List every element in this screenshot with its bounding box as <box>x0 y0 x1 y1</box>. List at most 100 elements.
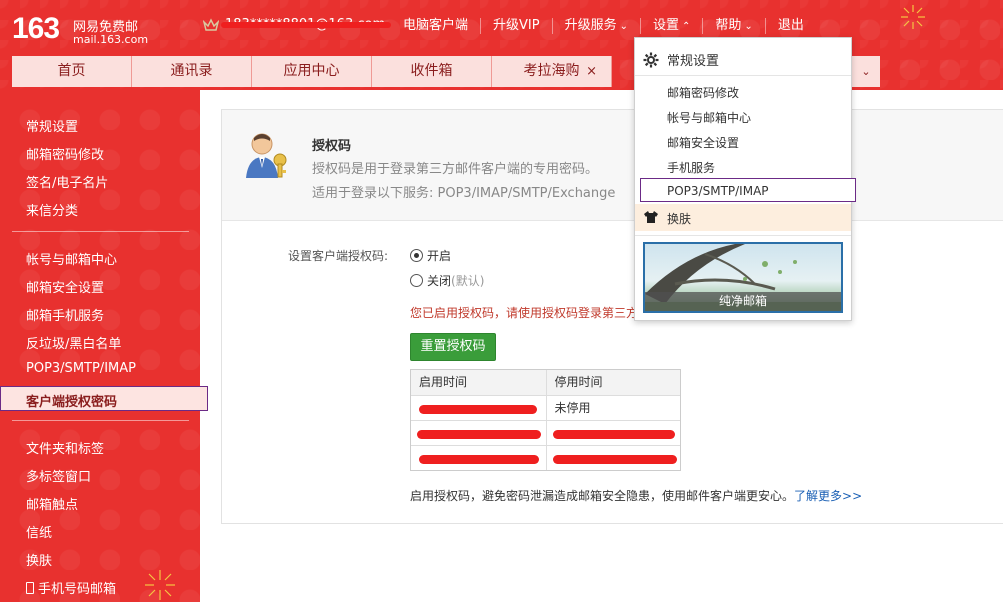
tabs-more-button[interactable]: ⌄ <box>852 56 880 87</box>
menu-divider <box>635 75 851 76</box>
services-text: 适用于登录以下服务: POP3/IMAP/SMTP/Exchange <box>312 186 616 201</box>
menu-item-label: 常规设置 <box>667 54 720 69</box>
column-header: 启用时间 <box>419 375 468 389</box>
redaction-mark <box>552 430 675 439</box>
radio-label: 开启 <box>427 249 452 263</box>
radio-enable[interactable]: 开启 <box>410 247 451 264</box>
firework-decoration-icon <box>145 570 175 600</box>
skin-thumbnail-caption: 纯净邮箱 <box>645 292 841 311</box>
logo-number[interactable]: 163 <box>12 12 60 46</box>
sidebar-item-folders[interactable]: 文件夹和标签 <box>26 438 104 457</box>
sidebar-divider <box>12 231 189 232</box>
sidebar-item-touchpoint[interactable]: 邮箱触点 <box>26 494 78 513</box>
desktop-client-link[interactable]: 电脑客户端 <box>391 18 480 34</box>
table-cell <box>545 446 681 470</box>
phone-icon <box>26 582 34 594</box>
sidebar-item-stationery[interactable]: 信纸 <box>26 522 52 541</box>
logo-domain: mail.163.com <box>73 33 149 46</box>
reset-auth-code-button[interactable]: 重置授权码 <box>410 333 496 361</box>
radio-disable[interactable]: 关闭 (默认) <box>410 272 484 289</box>
sidebar-item-phone-mailbox[interactable]: 手机号码邮箱 <box>26 578 116 597</box>
sidebar-item-pop3[interactable]: POP3/SMTP/IMAP <box>26 361 136 376</box>
tab-inbox[interactable]: 收件箱 <box>372 56 492 87</box>
top-header: 163 网易免费邮 mail.163.com 183*****8801@163.… <box>0 0 1003 90</box>
upgrade-vip-link[interactable]: 升级VIP <box>480 18 552 34</box>
menu-item-general-settings[interactable]: 常规设置 <box>643 50 719 69</box>
sidebar-item-label: 客户端授权密码 <box>26 395 118 410</box>
table-header-row: 启用时间 停用时间 <box>411 370 680 395</box>
help-link[interactable]: 帮助 ⌄ <box>702 18 764 34</box>
sidebar-item-skin[interactable]: 换肤 <box>26 550 52 569</box>
radio-hint: (默认) <box>451 274 485 288</box>
menu-item-account-center[interactable]: 帐号与邮箱中心 <box>667 109 751 126</box>
table-cell <box>411 446 546 470</box>
close-icon[interactable]: × <box>586 56 597 87</box>
table-cell <box>545 421 681 445</box>
settings-sidebar: 常规设置 邮箱密码修改 签名/电子名片 来信分类 帐号与邮箱中心 邮箱安全设置 … <box>0 90 208 602</box>
sidebar-item-multitab[interactable]: 多标签窗口 <box>26 466 91 485</box>
menu-divider <box>635 235 851 236</box>
crown-icon <box>203 17 219 31</box>
sidebar-item-label: 手机号码邮箱 <box>38 582 117 597</box>
radio-label: 关闭 <box>427 274 452 288</box>
menu-item-security[interactable]: 邮箱安全设置 <box>667 134 739 151</box>
page-description: 授权码是用于登录第三方邮件客户端的专用密码。 <box>312 162 599 177</box>
upgrade-service-link[interactable]: 升级服务 ⌄ <box>551 18 640 34</box>
chevron-down-icon: ⌄ <box>619 21 628 32</box>
auth-history-table: 启用时间 停用时间 未停用 <box>410 369 681 471</box>
redaction-mark <box>419 405 537 414</box>
radio-button-checked <box>410 249 423 262</box>
sidebar-divider <box>12 420 189 421</box>
sidebar-item-account-center[interactable]: 帐号与邮箱中心 <box>26 249 117 268</box>
learn-more-link[interactable]: 了解更多>> <box>794 489 862 503</box>
redaction-mark <box>417 430 541 439</box>
menu-item-mobile-service[interactable]: 手机服务 <box>667 159 715 176</box>
table-cell <box>411 396 546 420</box>
sidebar-item-signature[interactable]: 签名/电子名片 <box>26 172 108 191</box>
table-cell <box>411 421 546 445</box>
table-row <box>411 420 680 445</box>
top-links: 电脑客户端 升级VIP 升级服务 ⌄ 设置 ⌃ 帮助 ⌄ 退出 <box>391 18 816 34</box>
menu-item-password[interactable]: 邮箱密码修改 <box>667 84 739 101</box>
chevron-up-icon: ⌃ <box>682 21 691 32</box>
tab-kaola[interactable]: 考拉海购 × <box>492 56 612 87</box>
enabled-warning: 您已启用授权码，请使用授权码登录第三方 <box>410 306 639 320</box>
settings-link[interactable]: 设置 ⌃ <box>640 18 702 34</box>
menu-item-pop3[interactable]: POP3/SMTP/IMAP <box>667 184 769 198</box>
chevron-down-icon: ⌄ <box>861 65 871 78</box>
sidebar-item-client-auth[interactable]: 客户端授权密码 <box>0 386 208 411</box>
chevron-down-icon: ⌄ <box>744 21 753 32</box>
column-header: 停用时间 <box>545 370 681 395</box>
firework-decoration-icon <box>901 5 925 29</box>
tab-home[interactable]: 首页 <box>12 56 132 87</box>
footnote-text: 启用授权码，避免密码泄漏造成邮箱安全隐患，使用邮件客户端更安心。 <box>410 489 795 503</box>
user-key-icon <box>246 133 287 178</box>
shirt-icon <box>644 211 658 223</box>
tab-app-center[interactable]: 应用中心 <box>252 56 372 87</box>
sidebar-item-security[interactable]: 邮箱安全设置 <box>26 277 104 296</box>
table-cell: 未停用 <box>545 396 681 420</box>
page-title: 授权码 <box>312 139 352 154</box>
gear-icon <box>643 52 659 67</box>
footnote: 启用授权码，避免密码泄漏造成邮箱安全隐患，使用邮件客户端更安心。了解更多>> <box>410 487 862 504</box>
tab-kaola-label: 考拉海购 <box>523 63 580 79</box>
main-nav-tabs: 首页 通讯录 应用中心 收件箱 考拉海购 × <box>12 56 612 87</box>
logout-link[interactable]: 退出 <box>764 18 816 34</box>
skin-thumbnail[interactable]: 纯净邮箱 <box>643 242 843 313</box>
redaction-mark <box>221 22 391 28</box>
sidebar-item-antispam[interactable]: 反垃圾/黑白名单 <box>26 333 121 352</box>
table-row <box>411 445 680 470</box>
redaction-mark <box>419 455 539 464</box>
sidebar-item-mail-filter[interactable]: 来信分类 <box>26 200 78 219</box>
sidebar-item-password[interactable]: 邮箱密码修改 <box>26 144 104 163</box>
table-row: 未停用 <box>411 395 680 420</box>
sidebar-item-mobile[interactable]: 邮箱手机服务 <box>26 305 104 324</box>
menu-item-label: 换肤 <box>667 212 692 226</box>
panel-header: 授权码 授权码是用于登录第三方邮件客户端的专用密码。 适用于登录以下服务: PO… <box>222 110 1003 221</box>
redaction-mark <box>552 455 677 464</box>
sidebar-item-general[interactable]: 常规设置 <box>26 116 78 135</box>
account-info[interactable]: 183*****8801@163.com <box>203 17 391 32</box>
menu-item-skin[interactable]: 换肤 <box>635 204 851 231</box>
tab-contacts[interactable]: 通讯录 <box>132 56 252 87</box>
radio-button <box>410 274 423 287</box>
